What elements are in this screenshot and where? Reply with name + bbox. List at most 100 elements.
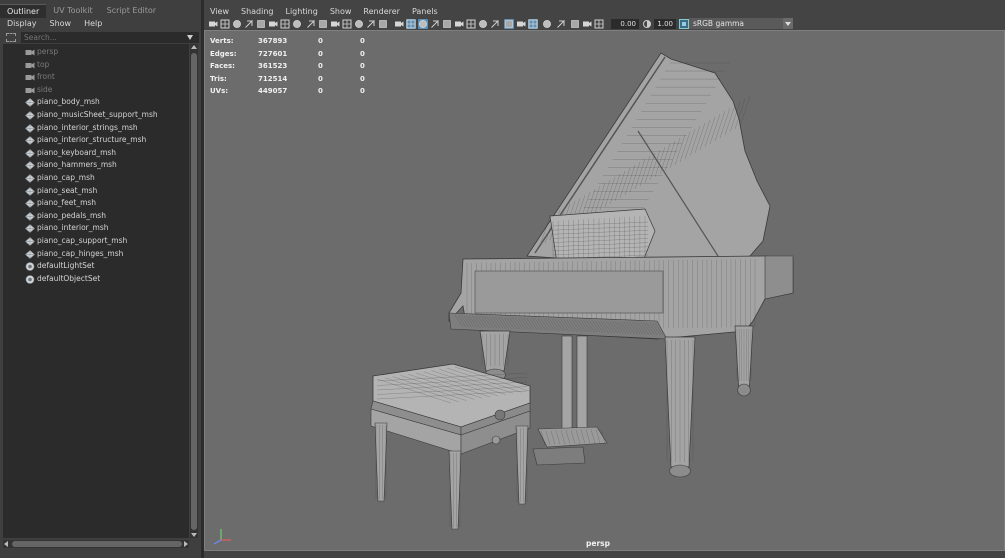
textured-icon[interactable]: [430, 19, 440, 29]
outliner-item[interactable]: defaultLightSet: [3, 260, 189, 273]
menu-renderer[interactable]: Renderer: [357, 6, 406, 18]
viewport-menubar: View Shading Lighting Show Renderer Pane…: [204, 6, 444, 18]
grid-icon[interactable]: [306, 19, 316, 29]
outliner-item[interactable]: piano_cap_msh: [3, 172, 189, 185]
isolate-icon[interactable]: [292, 19, 302, 29]
3d-viewport[interactable]: Verts: 367893 0 0 Edges: 727601 0 0 Faces: 361523…: [204, 30, 1005, 551]
two-sided-icon[interactable]: [570, 19, 580, 29]
camera-name-label: persp: [586, 539, 610, 548]
ambient-occlusion-icon[interactable]: [466, 19, 476, 29]
color-management-icon[interactable]: [679, 19, 689, 29]
motion-blur-icon[interactable]: [478, 19, 488, 29]
gamma-field[interactable]: 1.00: [654, 19, 676, 29]
outliner-item[interactable]: piano_interior_msh: [3, 222, 189, 235]
outliner-item[interactable]: side: [3, 84, 189, 97]
outliner-item[interactable]: piano_musicSheet_support_msh: [3, 109, 189, 122]
film-gate-icon[interactable]: [318, 19, 328, 29]
xray-components-icon[interactable]: [542, 19, 552, 29]
wireframe-icon[interactable]: [394, 19, 404, 29]
camera-lock-icon[interactable]: [220, 19, 230, 29]
safe-action-icon[interactable]: [366, 19, 376, 29]
xray-joints-icon[interactable]: [528, 19, 538, 29]
tab-script-editor[interactable]: Script Editor: [100, 4, 163, 18]
wireframe-on-shaded-icon[interactable]: [418, 19, 428, 29]
outliner-item[interactable]: piano_interior_strings_msh: [3, 122, 189, 135]
field-chart-icon[interactable]: [354, 19, 364, 29]
camera-icon: [25, 49, 35, 56]
color-space-select[interactable]: sRGB gamma: [689, 18, 793, 29]
scroll-thumb[interactable]: [191, 53, 197, 530]
outliner-item[interactable]: front: [3, 71, 189, 84]
gamma-icon[interactable]: [642, 19, 652, 29]
outliner-item[interactable]: piano_pedals_msh: [3, 210, 189, 223]
menu-show[interactable]: Show: [43, 18, 78, 30]
screen-space-icon[interactable]: [594, 19, 604, 29]
outliner-search-input[interactable]: [21, 32, 199, 43]
outliner-item[interactable]: piano_cap_hinges_msh: [3, 248, 189, 261]
hud-selected-sub: 0: [360, 62, 365, 70]
menu-view[interactable]: View: [204, 6, 235, 18]
outliner-item[interactable]: persp: [3, 46, 189, 59]
lights-icon[interactable]: [442, 19, 452, 29]
menu-shading[interactable]: Shading: [235, 6, 280, 18]
scroll-down-icon[interactable]: [191, 533, 197, 537]
hud-value: 361523: [258, 62, 288, 70]
outliner-item[interactable]: piano_seat_msh: [3, 185, 189, 198]
camera-2-icon[interactable]: [244, 19, 254, 29]
smooth-shade-icon[interactable]: [406, 19, 416, 29]
color-space-value: sRGB gamma: [693, 19, 745, 28]
shadows-icon[interactable]: [454, 19, 464, 29]
mesh-icon: [25, 111, 35, 120]
outliner-item-label: side: [37, 84, 53, 94]
outliner-tree[interactable]: persp top front side piano_body_msh piano_mus…: [3, 44, 189, 538]
camera-sequence-icon[interactable]: [232, 19, 242, 29]
tab-uv-toolkit[interactable]: UV Toolkit: [46, 4, 99, 18]
outliner-search-row: [3, 32, 199, 43]
backface-icon[interactable]: [582, 19, 592, 29]
scroll-left-icon[interactable]: [4, 541, 8, 547]
mesh-icon: [25, 148, 35, 158]
outliner-horizontal-scrollbar[interactable]: [3, 540, 189, 548]
bookmark-icon[interactable]: [256, 19, 266, 29]
menu-help[interactable]: Help: [77, 18, 108, 30]
camera-icon: [25, 62, 35, 69]
outliner-item-label: defaultObjectSet: [37, 273, 101, 283]
outliner-item-label: persp: [37, 47, 59, 56]
hud-selected: 0: [318, 74, 323, 83]
anti-alias-icon[interactable]: [490, 19, 500, 29]
grease-pencil-icon[interactable]: [280, 19, 290, 29]
menu-panels[interactable]: Panels: [406, 6, 444, 18]
exposure-field[interactable]: 0.00: [611, 19, 639, 29]
outliner-item[interactable]: piano_hammers_msh: [3, 159, 189, 172]
outliner-item[interactable]: piano_body_msh: [3, 96, 189, 109]
camera-icon[interactable]: [208, 19, 218, 29]
select-camera-icon[interactable]: [556, 19, 566, 29]
scroll-up-icon[interactable]: [191, 45, 197, 49]
set-icon: [25, 262, 35, 271]
outliner-vertical-scrollbar[interactable]: [190, 44, 198, 538]
outliner-item[interactable]: top: [3, 59, 189, 72]
xray-icon[interactable]: [516, 19, 526, 29]
outliner-item[interactable]: piano_cap_support_msh: [3, 235, 189, 248]
menu-display[interactable]: Display: [0, 18, 43, 30]
scroll-right-icon[interactable]: [184, 541, 188, 547]
safe-title-icon[interactable]: [378, 19, 388, 29]
outliner-item-label: piano_keyboard_msh: [37, 147, 117, 157]
outliner-item-label: piano_seat_msh: [37, 185, 98, 195]
search-options-dropdown-icon[interactable]: [187, 35, 193, 40]
menu-lighting[interactable]: Lighting: [279, 6, 323, 18]
outliner-item[interactable]: piano_keyboard_msh: [3, 147, 189, 160]
scroll-thumb-horizontal[interactable]: [12, 541, 182, 547]
outliner-item[interactable]: piano_interior_structure_msh: [3, 134, 189, 147]
tab-outliner[interactable]: Outliner: [0, 4, 47, 18]
menu-show-viewport[interactable]: Show: [324, 6, 358, 18]
chevron-down-icon[interactable]: [783, 18, 793, 29]
image-plane-icon[interactable]: [268, 19, 278, 29]
outliner-item[interactable]: defaultObjectSet: [3, 273, 189, 286]
outliner-item[interactable]: piano_feet_msh: [3, 197, 189, 210]
resolution-gate-icon[interactable]: [330, 19, 340, 29]
isolate-select-icon[interactable]: [504, 19, 514, 29]
gate-mask-icon[interactable]: [342, 19, 352, 29]
hud-selected-sub: 0: [360, 49, 365, 58]
select-filter-icon[interactable]: [6, 33, 16, 42]
